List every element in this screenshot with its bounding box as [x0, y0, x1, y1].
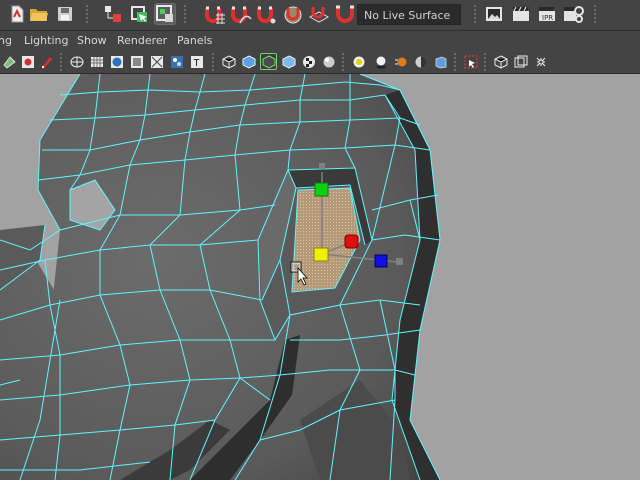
wireframe-on-shaded-icon[interactable]: [240, 53, 257, 70]
snap-surface-icon[interactable]: [308, 3, 330, 25]
depth-of-field-icon[interactable]: [412, 53, 429, 70]
xray-icon[interactable]: T: [188, 53, 205, 70]
menu-show[interactable]: Show: [77, 34, 107, 47]
head-mesh: [0, 74, 440, 480]
snap-curve-icon[interactable]: [230, 3, 252, 25]
texture-icon[interactable]: [168, 53, 185, 70]
isolate-select-icon[interactable]: [432, 53, 449, 70]
select-object-icon[interactable]: [128, 3, 150, 25]
select-hierarchy-icon[interactable]: [102, 3, 124, 25]
manipulator-icon[interactable]: [532, 53, 549, 70]
film-gate-icon[interactable]: [512, 53, 529, 70]
live-surface-field[interactable]: No Live Surface: [357, 4, 461, 25]
svg-text:IPR: IPR: [542, 14, 553, 22]
wireframe-icon[interactable]: [68, 53, 85, 70]
y-axis-handle[interactable]: [314, 182, 329, 197]
panel-menu-bar: ng Lighting Show Renderer Panels: [0, 31, 640, 51]
smooth-shade-icon[interactable]: [108, 53, 125, 70]
ambient-occlusion-icon[interactable]: [372, 53, 389, 70]
menu-panels[interactable]: Panels: [177, 34, 212, 47]
menu-renderer[interactable]: Renderer: [117, 34, 167, 47]
render-current-icon[interactable]: [510, 3, 532, 25]
z-axis-handle[interactable]: [374, 254, 388, 268]
motion-blur-icon[interactable]: [392, 53, 409, 70]
snap-grid-icon[interactable]: [204, 3, 226, 25]
resolution-gate-icon[interactable]: [462, 53, 479, 70]
center-handle[interactable]: [313, 247, 329, 262]
shadows-icon[interactable]: [350, 53, 367, 70]
y-axis-end: [319, 163, 325, 169]
snap-view-plane-icon[interactable]: [282, 3, 304, 25]
image-plane-icon[interactable]: [38, 53, 55, 70]
z-axis-end: [396, 258, 403, 265]
menu-lighting[interactable]: Lighting: [24, 34, 68, 47]
flat-shade-icon[interactable]: [128, 53, 145, 70]
checker-icon[interactable]: [280, 53, 297, 70]
mesh-canvas: [0, 74, 441, 480]
ipr-render-icon[interactable]: IPR: [536, 3, 558, 25]
bounding-box-icon[interactable]: [148, 53, 165, 70]
default-light-icon[interactable]: [220, 53, 237, 70]
menu-shading[interactable]: ng: [0, 34, 12, 47]
gate-mask-icon[interactable]: [492, 53, 509, 70]
camera-attributes-icon[interactable]: [0, 53, 17, 70]
render-view-icon[interactable]: [484, 3, 506, 25]
select-component-icon[interactable]: [154, 3, 176, 25]
render-settings-icon[interactable]: [562, 3, 584, 25]
open-scene-icon[interactable]: [28, 3, 50, 25]
make-live-icon[interactable]: [334, 3, 356, 25]
snap-point-icon[interactable]: [256, 3, 278, 25]
save-scene-icon[interactable]: [54, 3, 76, 25]
status-line-toolbar: No Live Surface IPR: [0, 0, 640, 31]
use-all-lights-icon[interactable]: [320, 53, 337, 70]
svg-text:T: T: [193, 58, 199, 69]
new-scene-icon[interactable]: [6, 3, 28, 25]
panel-toolbar: T: [0, 51, 640, 74]
grid-icon[interactable]: [88, 53, 105, 70]
textured-icon[interactable]: [300, 53, 317, 70]
shaded-icon[interactable]: [260, 53, 277, 70]
bookmark-icon[interactable]: [19, 53, 36, 70]
modeling-viewport[interactable]: [0, 74, 640, 480]
x-axis-handle[interactable]: [344, 234, 359, 249]
